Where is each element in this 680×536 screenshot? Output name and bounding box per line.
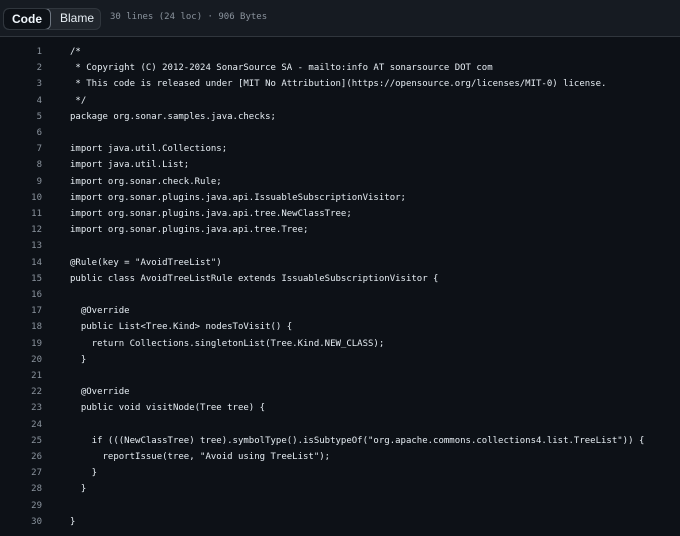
line-number[interactable]: 11 bbox=[0, 206, 42, 222]
line-content: } bbox=[70, 468, 98, 479]
code-line: 19 return Collections.singletonList(Tree… bbox=[0, 336, 680, 352]
line-number[interactable]: 8 bbox=[0, 157, 42, 173]
line-content: */ bbox=[70, 95, 87, 106]
line-number[interactable]: 25 bbox=[0, 433, 42, 449]
line-content: @Override bbox=[70, 306, 130, 317]
line-content: package org.sonar.samples.java.checks; bbox=[70, 111, 276, 122]
line-content: import java.util.Collections; bbox=[70, 144, 228, 155]
view-mode-toggle: Code Blame bbox=[3, 8, 101, 30]
line-content: import org.sonar.plugins.java.api.Issuab… bbox=[70, 192, 406, 203]
line-number[interactable]: 30 bbox=[0, 514, 42, 530]
code-line: 2 * Copyright (C) 2012-2024 SonarSource … bbox=[0, 60, 680, 76]
code-line: 21 bbox=[0, 368, 680, 384]
line-content: public void visitNode(Tree tree) { bbox=[70, 403, 266, 414]
file-info: 30 lines (24 loc) · 906 Bytes bbox=[110, 12, 268, 22]
code-line: 28 } bbox=[0, 481, 680, 497]
line-number[interactable]: 4 bbox=[0, 93, 42, 109]
line-number[interactable]: 10 bbox=[0, 190, 42, 206]
code-line: 23 public void visitNode(Tree tree) { bbox=[0, 400, 680, 416]
line-number[interactable]: 23 bbox=[0, 400, 42, 416]
code-line: 22 @Override bbox=[0, 384, 680, 400]
code-line: 9 import org.sonar.check.Rule; bbox=[0, 174, 680, 190]
code-line: 30} bbox=[0, 514, 680, 530]
line-number[interactable]: 1 bbox=[0, 44, 42, 60]
line-content: reportIssue(tree, "Avoid using TreeList"… bbox=[70, 452, 331, 462]
code-line: 10 import org.sonar.plugins.java.api.Issu… bbox=[0, 190, 680, 206]
line-number[interactable]: 14 bbox=[0, 255, 42, 271]
line-number[interactable]: 21 bbox=[0, 368, 42, 384]
line-number[interactable]: 5 bbox=[0, 109, 42, 125]
line-content: * This code is released under [MIT No At… bbox=[70, 79, 607, 90]
code-view: 1 /* 2 * Copyright (C) 2012-2024 SonarSour… bbox=[0, 37, 680, 536]
line-content: import org.sonar.plugins.java.api.tree.T… bbox=[70, 225, 309, 236]
line-number[interactable]: 17 bbox=[0, 303, 42, 319]
code-line: 3 * This code is released under [MIT No … bbox=[0, 76, 680, 92]
code-line: 1 /* bbox=[0, 44, 680, 60]
code-line: 24 bbox=[0, 417, 680, 433]
line-content: import java.util.List; bbox=[70, 160, 190, 171]
line-number[interactable]: 29 bbox=[0, 498, 42, 514]
line-number[interactable]: 15 bbox=[0, 271, 42, 287]
line-content: public List<Tree.Kind> nodesToVisit() { bbox=[70, 322, 293, 333]
file-toolbar: Code Blame 30 lines (24 loc) · 906 Bytes bbox=[0, 0, 680, 37]
line-number[interactable]: 2 bbox=[0, 60, 42, 76]
line-content: @Rule(key = "AvoidTreeList") bbox=[70, 257, 222, 268]
line-content: } bbox=[70, 516, 76, 527]
code-line: 26 reportIssue(tree, "Avoid using TreeLi… bbox=[0, 449, 680, 465]
code-line: 25 if (((NewClassTree) tree).symbolType(… bbox=[0, 433, 680, 449]
code-line: 29 bbox=[0, 498, 680, 514]
code-tab[interactable]: Code bbox=[4, 9, 51, 29]
code-line: 13 bbox=[0, 238, 680, 254]
line-number[interactable]: 24 bbox=[0, 417, 42, 433]
line-number[interactable]: 20 bbox=[0, 352, 42, 368]
code-line: 4 */ bbox=[0, 93, 680, 109]
code-line: 5 package org.sonar.samples.java.checks; bbox=[0, 109, 680, 125]
line-number[interactable]: 6 bbox=[0, 125, 42, 141]
code-line: 7 import java.util.Collections; bbox=[0, 141, 680, 157]
line-content: } bbox=[70, 484, 87, 495]
line-content: @Override bbox=[70, 387, 130, 398]
line-number[interactable]: 26 bbox=[0, 449, 42, 465]
code-line: 11 import org.sonar.plugins.java.api.tree… bbox=[0, 206, 680, 222]
code-line: 20 } bbox=[0, 352, 680, 368]
line-number[interactable]: 13 bbox=[0, 238, 42, 254]
line-number[interactable]: 22 bbox=[0, 384, 42, 400]
code-line: 18 public List<Tree.Kind> nodesToVisit()… bbox=[0, 319, 680, 335]
code-line: 15 public class AvoidTreeListRule extends… bbox=[0, 271, 680, 287]
line-number[interactable]: 16 bbox=[0, 287, 42, 303]
code-line: 17 @Override bbox=[0, 303, 680, 319]
line-content: public class AvoidTreeListRule extends I… bbox=[70, 273, 439, 284]
line-number[interactable]: 28 bbox=[0, 481, 42, 497]
line-content: * Copyright (C) 2012-2024 SonarSource SA… bbox=[70, 63, 493, 74]
code-line: 27 } bbox=[0, 465, 680, 481]
code-line: 16 bbox=[0, 287, 680, 303]
line-number[interactable]: 3 bbox=[0, 76, 42, 92]
line-content: import org.sonar.plugins.java.api.tree.N… bbox=[70, 209, 352, 219]
line-content: if (((NewClassTree) tree).symbolType().i… bbox=[70, 435, 645, 446]
code-line: 12 import org.sonar.plugins.java.api.tree… bbox=[0, 222, 680, 238]
line-content: return Collections.singletonList(Tree.Ki… bbox=[70, 338, 385, 349]
line-number[interactable]: 18 bbox=[0, 319, 42, 335]
line-number[interactable]: 9 bbox=[0, 174, 42, 190]
code-line: 8 import java.util.List; bbox=[0, 157, 680, 173]
line-number[interactable]: 19 bbox=[0, 336, 42, 352]
line-number[interactable]: 12 bbox=[0, 222, 42, 238]
line-number[interactable]: 27 bbox=[0, 465, 42, 481]
blame-tab[interactable]: Blame bbox=[52, 9, 100, 29]
line-content: import org.sonar.check.Rule; bbox=[70, 176, 222, 187]
line-number[interactable]: 7 bbox=[0, 141, 42, 157]
line-content: /* bbox=[70, 47, 81, 57]
line-content: } bbox=[70, 354, 87, 365]
code-line: 14 @Rule(key = "AvoidTreeList") bbox=[0, 255, 680, 271]
code-line: 6 bbox=[0, 125, 680, 141]
